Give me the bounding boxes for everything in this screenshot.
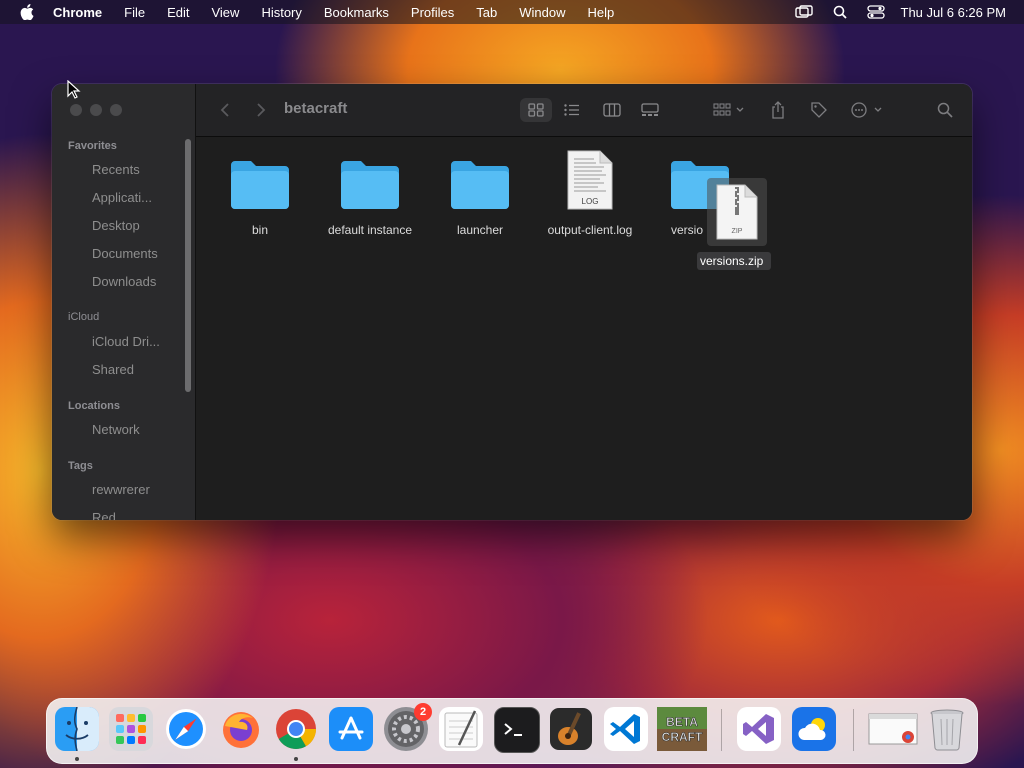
window-title: betacraft [284,100,348,117]
menu-bookmarks[interactable]: Bookmarks [324,5,389,20]
menu-edit[interactable]: Edit [167,5,189,20]
finder-icon[interactable] [55,707,99,751]
firefox-icon[interactable] [219,707,263,751]
file-item-bin[interactable]: bin [205,147,315,237]
sidebar-item-recents[interactable]: Recents [92,162,140,177]
dragged-file-name: versions.zip [697,252,771,270]
menu-view[interactable]: View [211,5,239,20]
garageband-icon[interactable] [549,707,593,751]
file-name: output-client.log [547,223,633,237]
icon-view-button[interactable] [520,98,552,122]
menu-clock[interactable]: Thu Jul 6 6:26 PM [901,5,1007,20]
file-name: launcher [456,223,504,237]
menu-help[interactable]: Help [588,5,615,20]
file-name: bin [251,223,268,237]
sidebar-item-tag-rewwrerer[interactable]: rewwrerer [92,482,150,497]
control-center-icon[interactable] [866,5,885,19]
sidebar-item-tag-red[interactable]: Red [92,510,116,520]
folder-icon [425,147,535,211]
betacraft-line2: CRAFT [662,730,703,744]
betacraft-icon[interactable]: BETA CRAFT [657,707,707,751]
file-item-default-instance[interactable]: default instance [315,147,425,237]
launchpad-icon[interactable] [109,707,153,751]
system-settings-icon[interactable]: 2 [384,703,432,751]
trash-icon[interactable] [925,707,969,751]
zip-file-icon: ZIP [707,178,767,246]
more-actions-button[interactable] [848,98,888,122]
sidebar-item-icloud-drive[interactable]: iCloud Dri... [92,334,160,349]
chrome-icon[interactable] [274,707,318,751]
dragged-file-versions-zip[interactable]: ZIP versions.zip [697,178,771,270]
menu-tab[interactable]: Tab [476,5,497,20]
menu-app-name[interactable]: Chrome [53,5,102,20]
sidebar-heading-favorites: Favorites [68,140,117,152]
window-controls [70,104,122,116]
textedit-icon[interactable] [439,707,483,751]
list-view-button[interactable] [558,98,586,122]
sidebar-item-network[interactable]: Network [92,422,140,437]
folder-icon [205,147,315,211]
sidebar-scrollbar[interactable] [185,139,191,392]
minimize-window-button[interactable] [90,104,102,116]
file-item-launcher[interactable]: launcher [425,147,535,237]
tag-icon[interactable] [808,98,830,122]
weather-icon[interactable] [792,707,836,751]
app-store-icon[interactable] [329,707,373,751]
sidebar-item-downloads[interactable]: Downloads [92,274,156,289]
sidebar-item-desktop[interactable]: Desktop [92,218,140,233]
menu-file[interactable]: File [124,5,145,20]
apple-menu-icon[interactable] [19,4,35,20]
file-name: default instance [327,223,413,237]
column-view-button[interactable] [598,98,626,122]
forward-button[interactable] [252,98,270,122]
sidebar-heading-tags: Tags [68,460,93,472]
menu-window[interactable]: Window [519,5,565,20]
log-icon-label: LOG [582,197,599,206]
dock-separator [721,709,722,751]
finder-toolbar: betacraft [196,84,972,137]
log-file-icon: LOG [535,147,645,211]
visual-studio-icon[interactable] [737,707,781,751]
zip-icon-label: ZIP [732,228,743,235]
finder-window: Favorites Recents Applicati... Desktop D… [52,84,972,520]
back-button[interactable] [216,98,234,122]
spotlight-search-icon[interactable] [831,5,849,19]
menu-profiles[interactable]: Profiles [411,5,454,20]
dock: 2 BETA CRAFT [46,698,978,764]
sidebar-item-documents[interactable]: Documents [92,246,158,261]
zoom-window-button[interactable] [110,104,122,116]
chrome-window-thumbnail[interactable] [867,707,919,751]
terminal-icon[interactable] [494,707,540,753]
sidebar-item-shared[interactable]: Shared [92,362,134,377]
notification-badge: 2 [414,703,432,721]
dock-separator [853,709,854,751]
betacraft-line1: BETA [666,715,698,729]
finder-sidebar: Favorites Recents Applicati... Desktop D… [52,84,196,520]
menu-bar: Chrome File Edit View History Bookmarks … [0,0,1024,24]
screen-mirroring-icon[interactable] [794,5,813,19]
folder-icon [315,147,425,211]
group-by-button[interactable] [710,98,748,122]
close-window-button[interactable] [70,104,82,116]
gallery-view-button[interactable] [636,98,664,122]
file-grid: bin default instance launcher LOG output… [196,137,972,520]
menu-history[interactable]: History [261,5,301,20]
mouse-cursor-icon [67,79,81,105]
safari-icon[interactable] [164,707,208,751]
running-indicator [75,757,79,761]
sidebar-heading-icloud: iCloud [68,311,100,323]
file-item-output-client-log[interactable]: LOG output-client.log [535,147,645,237]
sidebar-heading-locations: Locations [68,400,120,412]
search-icon[interactable] [934,98,956,122]
sidebar-item-applications[interactable]: Applicati... [92,190,152,205]
share-icon[interactable] [768,98,788,122]
running-indicator [294,757,298,761]
vscode-icon[interactable] [604,707,648,751]
